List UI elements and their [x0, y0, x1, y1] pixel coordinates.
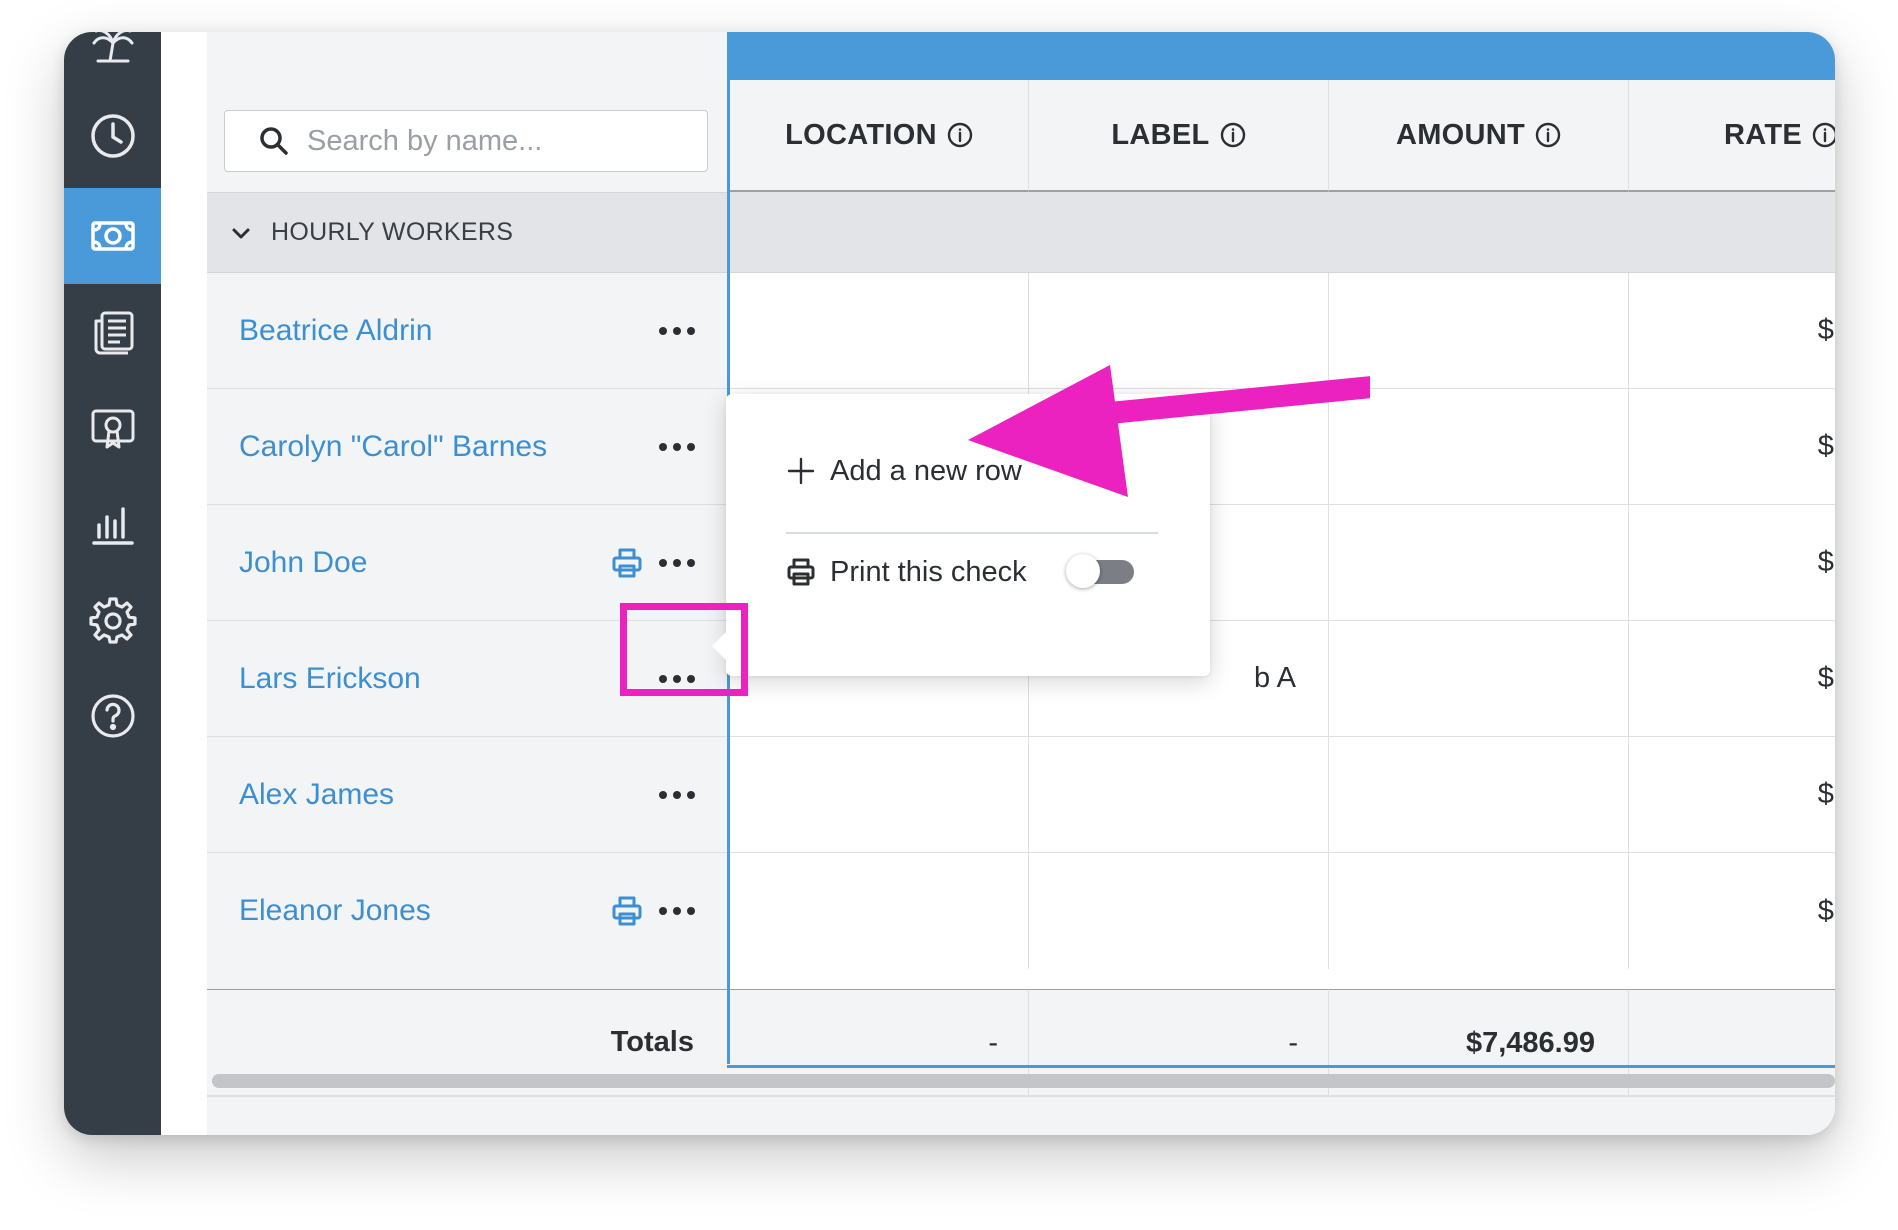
- worker-name-link[interactable]: Beatrice Aldrin: [239, 314, 657, 348]
- nav-time-tracking[interactable]: [64, 88, 161, 184]
- divider: [207, 1095, 1835, 1097]
- annotation-highlight-box: [620, 603, 748, 696]
- total-amount-value: $7,486.99: [1465, 1027, 1595, 1059]
- printer-icon[interactable]: [611, 547, 643, 579]
- printer-icon: [787, 558, 815, 586]
- group-title: HOURLY WORKERS: [271, 218, 514, 246]
- search-box[interactable]: [224, 110, 708, 172]
- toggle-knob: [1066, 554, 1100, 588]
- nav-reports[interactable]: [64, 284, 161, 380]
- payroll-icon: [90, 221, 135, 251]
- info-icon[interactable]: [947, 122, 973, 148]
- worker-name-link[interactable]: Carolyn "Carol" Barnes: [239, 430, 657, 464]
- app-window: HOURLY WORKERS Beatrice Aldrin Carolyn "…: [64, 32, 1835, 1135]
- total-label-value: -: [1288, 1027, 1298, 1059]
- search-input[interactable]: [305, 123, 689, 159]
- cell-amount[interactable]: [1329, 621, 1629, 737]
- more-options-icon[interactable]: [657, 441, 697, 453]
- column-label: RATE: [1724, 118, 1802, 151]
- totals-label: Totals: [610, 1026, 694, 1058]
- printer-icon[interactable]: [611, 895, 643, 927]
- more-options-icon[interactable]: [657, 789, 697, 801]
- worker-name-link[interactable]: Lars Erickson: [239, 662, 657, 696]
- info-icon[interactable]: [1812, 122, 1835, 148]
- rate-value: $2: [1817, 894, 1835, 927]
- worker-name-link[interactable]: Alex James: [239, 778, 657, 812]
- more-options-icon[interactable]: [657, 905, 697, 917]
- cell-amount[interactable]: [1329, 505, 1629, 621]
- cell-location[interactable]: [730, 853, 1029, 969]
- column-header-label[interactable]: LABEL: [1029, 80, 1329, 192]
- info-icon[interactable]: [1535, 122, 1561, 148]
- nav-settings[interactable]: [64, 572, 161, 668]
- nav-help[interactable]: [64, 668, 161, 764]
- menu-divider: [786, 532, 1158, 534]
- cell-amount[interactable]: [1329, 389, 1629, 505]
- annotation-arrow: [968, 365, 1370, 497]
- cell-location[interactable]: [730, 737, 1029, 853]
- column-label: LABEL: [1111, 118, 1210, 151]
- cell-rate[interactable]: $2: [1629, 853, 1835, 969]
- more-options-icon[interactable]: [657, 557, 697, 569]
- worker-row: Alex James: [207, 737, 727, 853]
- cell-amount[interactable]: [1329, 737, 1629, 853]
- chevron-down-icon[interactable]: [229, 221, 253, 245]
- rate-value: $1: [1817, 662, 1835, 694]
- worker-name-link[interactable]: Eleanor Jones: [239, 894, 611, 928]
- column-label: LOCATION: [785, 118, 937, 151]
- worker-row: Eleanor Jones: [207, 853, 727, 969]
- cell-rate[interactable]: $1: [1629, 621, 1835, 737]
- sidebar: [64, 32, 161, 1135]
- nav-analytics[interactable]: [64, 476, 161, 572]
- worker-name-link[interactable]: John Doe: [239, 546, 611, 580]
- gear-icon: [88, 597, 137, 644]
- nav-payroll[interactable]: [64, 188, 161, 284]
- print-check-toggle[interactable]: [1066, 554, 1134, 588]
- cell-amount[interactable]: [1329, 853, 1629, 969]
- worker-row: Carolyn "Carol" Barnes: [207, 389, 727, 505]
- more-options-icon[interactable]: [657, 325, 697, 337]
- group-header-band: [730, 192, 1835, 273]
- nav-time-off[interactable]: [64, 32, 161, 88]
- rate-value: $1: [1817, 778, 1835, 810]
- rate-value: $2: [1817, 546, 1835, 578]
- cell-rate[interactable]: $2: [1629, 389, 1835, 505]
- rate-value: $2: [1817, 430, 1835, 462]
- label-value: b A: [1254, 662, 1296, 694]
- column-header-location[interactable]: LOCATION: [730, 80, 1029, 192]
- print-check-label: Print this check: [830, 555, 1027, 588]
- bar-chart-icon: [91, 507, 134, 545]
- nav-certifications[interactable]: [64, 380, 161, 476]
- cell-label[interactable]: [1029, 853, 1329, 969]
- cell-rate[interactable]: $2: [1629, 505, 1835, 621]
- info-icon[interactable]: [1220, 122, 1246, 148]
- help-icon: [90, 694, 135, 738]
- search-icon: [260, 127, 288, 155]
- cell-label[interactable]: [1029, 737, 1329, 853]
- clock-icon: [90, 114, 135, 158]
- worker-row: Beatrice Aldrin: [207, 273, 727, 389]
- column-header-rate[interactable]: RATE: [1629, 80, 1835, 192]
- cell-amount[interactable]: [1329, 273, 1629, 389]
- horizontal-scrollbar[interactable]: [212, 1074, 1835, 1088]
- cell-rate[interactable]: $2: [1629, 273, 1835, 389]
- total-location-value: -: [988, 1027, 998, 1059]
- print-check-menu-item[interactable]: Print this check: [786, 544, 1027, 600]
- grid-bottom-border: [727, 1065, 1835, 1068]
- certificate-icon: [91, 409, 134, 449]
- cell-rate[interactable]: $1: [1629, 737, 1835, 853]
- reports-icon: [94, 311, 133, 355]
- column-label: AMOUNT: [1395, 118, 1526, 151]
- palm-tree-icon: [92, 32, 133, 63]
- grid-top-bar: [727, 32, 1835, 80]
- rate-value: $2: [1817, 314, 1835, 346]
- plus-icon: [787, 457, 815, 485]
- column-header-amount[interactable]: AMOUNT: [1329, 80, 1629, 192]
